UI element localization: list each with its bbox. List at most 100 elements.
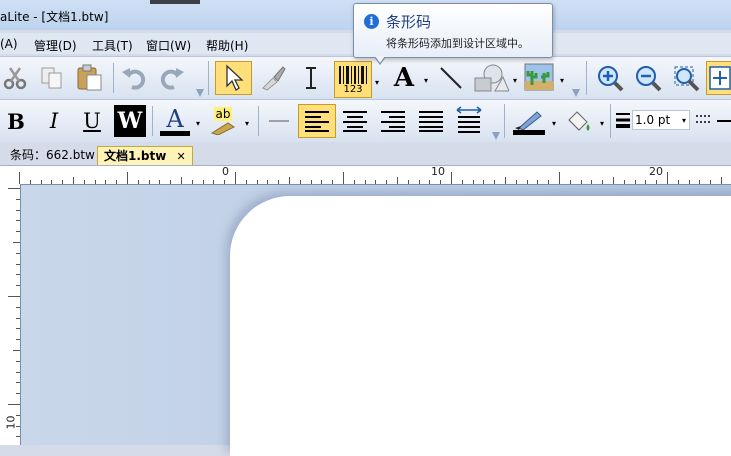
ruler-tick xyxy=(569,180,571,184)
ruler-tick xyxy=(16,220,20,222)
bold-button[interactable]: B xyxy=(2,106,30,136)
italic-button[interactable]: I xyxy=(40,106,68,136)
text-tool-button[interactable]: A xyxy=(388,63,420,93)
ruler-tick xyxy=(181,177,182,184)
barcode-tool-button[interactable]: 123 xyxy=(334,61,372,98)
toolbar-overflow-icon[interactable] xyxy=(492,132,500,140)
chevron-down-icon[interactable]: ▾ xyxy=(372,77,382,87)
ruler-tick xyxy=(16,231,20,233)
toolbar-separator xyxy=(208,61,209,95)
paste-icon[interactable] xyxy=(73,63,107,93)
redo-icon[interactable] xyxy=(156,63,188,93)
ruler-tick xyxy=(429,180,431,184)
fit-width-icon[interactable] xyxy=(452,104,486,138)
toolbar-overflow-icon[interactable] xyxy=(572,89,580,97)
ruler-tick xyxy=(451,172,452,184)
align-justify-icon[interactable] xyxy=(414,106,448,136)
ruler-tick xyxy=(364,180,366,184)
menu-item-tools[interactable]: 工具(T) xyxy=(92,37,133,54)
highlight-button[interactable]: ab xyxy=(206,104,240,138)
barcode-icon xyxy=(339,65,367,84)
ruler-tick xyxy=(397,177,398,184)
ruler-tick xyxy=(16,209,20,211)
ruler-label-20: 20 xyxy=(649,165,663,178)
toolbar-overflow-icon[interactable] xyxy=(196,89,204,97)
chevron-down-icon[interactable]: ▾ xyxy=(597,118,607,128)
line-width-select[interactable]: 1.0 pt ▾ xyxy=(632,110,690,130)
close-icon[interactable]: ✕ xyxy=(177,150,186,163)
ruler-tick xyxy=(16,414,20,416)
font-color-glyph: A xyxy=(166,104,184,133)
highlight-pen-icon xyxy=(210,122,235,135)
ruler-tick xyxy=(51,180,53,184)
chevron-down-icon[interactable]: ▾ xyxy=(242,118,252,128)
ruler-tick xyxy=(526,180,528,184)
cut-icon[interactable] xyxy=(0,63,30,93)
fit-page-button[interactable] xyxy=(706,61,731,95)
ruler-tick xyxy=(170,180,172,184)
picture-tool-icon[interactable] xyxy=(522,61,556,93)
underline-button[interactable]: U xyxy=(78,106,106,136)
ruler-tick xyxy=(537,180,539,184)
font-color-swatch xyxy=(160,130,190,136)
ruler-tick xyxy=(515,180,517,184)
toolbar-separator xyxy=(258,106,259,136)
undo-icon[interactable] xyxy=(118,63,150,93)
ruler-tick xyxy=(353,180,355,184)
zoom-out-icon[interactable] xyxy=(632,63,664,93)
ruler-tick xyxy=(332,180,334,184)
ruler-tick xyxy=(623,180,625,184)
ruler-tick xyxy=(16,252,20,254)
font-color-button[interactable]: A xyxy=(158,104,192,138)
tooltip-description: 将条形码添加到设计区域中。 xyxy=(386,37,529,50)
tab-barcode-662[interactable]: 条码：662.btw xyxy=(4,146,101,164)
ruler-tick xyxy=(407,180,409,184)
menu-item-help[interactable]: 帮助(H) xyxy=(206,37,248,54)
line-color-swatch xyxy=(513,129,545,135)
pen-icon xyxy=(515,110,542,130)
zoom-in-icon[interactable] xyxy=(594,63,626,93)
ruler-tick xyxy=(688,180,690,184)
ruler-tick xyxy=(16,371,20,373)
chevron-down-icon[interactable]: ▾ xyxy=(421,75,431,85)
ruler-tick xyxy=(602,180,604,184)
fill-color-icon[interactable] xyxy=(560,104,596,138)
ruler-tick xyxy=(16,274,20,276)
chevron-down-icon[interactable]: ▾ xyxy=(193,118,203,128)
info-icon: i xyxy=(364,14,379,29)
ruler-tick xyxy=(418,180,420,184)
label-paper[interactable] xyxy=(230,196,731,456)
text-cursor-icon[interactable] xyxy=(296,63,326,93)
align-center-icon[interactable] xyxy=(338,106,372,136)
chevron-down-icon[interactable]: ▾ xyxy=(549,118,559,128)
ruler-tick xyxy=(16,198,20,200)
menu-item-manage[interactable]: 管理(D) xyxy=(34,37,77,54)
ruler-tick xyxy=(19,172,20,184)
line-style-icon[interactable] xyxy=(264,106,294,136)
line-tool-icon[interactable] xyxy=(435,63,467,93)
ruler-tick xyxy=(16,285,20,287)
zoom-fit-icon[interactable] xyxy=(670,63,702,93)
select-tool-button[interactable] xyxy=(215,61,252,95)
chevron-down-icon[interactable]: ▾ xyxy=(510,75,520,85)
line-end-icon[interactable] xyxy=(716,110,731,130)
chevron-down-icon[interactable]: ▾ xyxy=(557,75,567,85)
ruler-tick xyxy=(440,180,442,184)
dash-style-icon[interactable] xyxy=(694,110,714,130)
line-width-value: 1.0 pt xyxy=(635,113,671,127)
wordart-button[interactable]: W xyxy=(114,105,146,137)
ruler-tick xyxy=(16,317,20,319)
ruler-tick xyxy=(299,180,301,184)
align-right-icon[interactable] xyxy=(376,106,410,136)
menu-item-window[interactable]: 窗口(W) xyxy=(146,37,191,54)
ruler-tick xyxy=(148,180,150,184)
copy-icon[interactable] xyxy=(37,63,67,93)
shapes-tool-icon[interactable] xyxy=(471,63,511,93)
align-left-button[interactable] xyxy=(298,104,336,138)
ruler-tick xyxy=(699,180,701,184)
menu-item-a[interactable]: (A) xyxy=(0,37,18,51)
ruler-tick xyxy=(191,180,193,184)
tab-document1[interactable]: 文档1.btw ✕ xyxy=(97,146,193,165)
line-color-button[interactable] xyxy=(510,104,548,138)
format-painter-icon[interactable] xyxy=(257,63,289,93)
